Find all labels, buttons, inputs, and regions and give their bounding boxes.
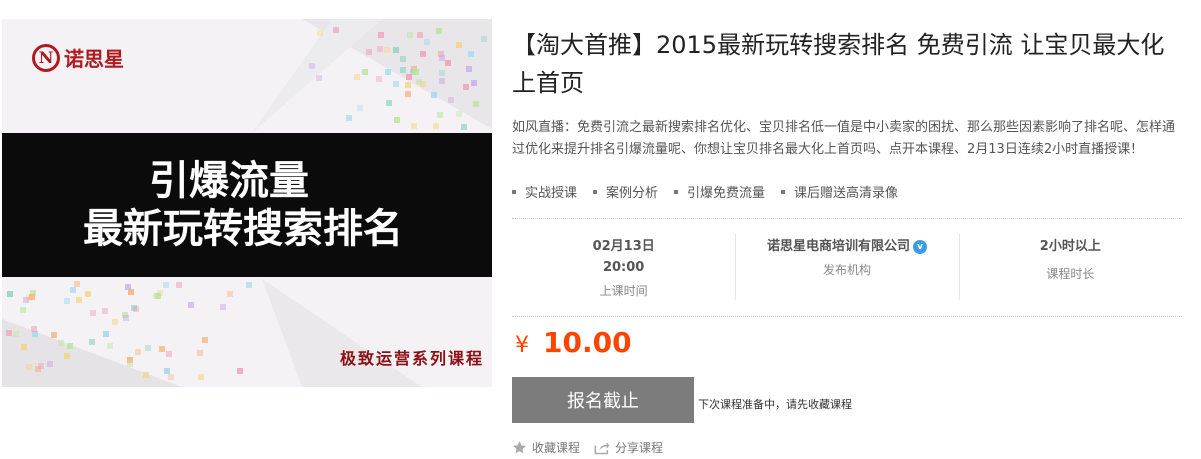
star-icon [513,441,526,454]
class-time-label: 上课时间 [599,284,648,298]
course-tag-label: 课后赠送高清录像 [794,186,899,201]
bullet-icon [781,189,786,194]
course-cover-image: N 诺思星 引爆流量 最新玩转搜索排名 极致运营系列课程 [2,19,492,387]
logo-text: 诺思星 [64,47,124,71]
course-tag: 案例分析 [593,182,658,201]
class-time: 20:00 [602,260,645,275]
course-tags: 实战授课 案例分析 引爆免费流量 课后赠送高清录像 [512,182,914,201]
price-amount: 10.00 [543,326,632,359]
share-course-link[interactable]: 分享课程 [594,439,663,456]
enroll-note: 下次课程准备中，请先收藏课程 [698,398,852,411]
class-date: 02月13日 [592,239,655,254]
publisher-cell: 诺思星电商培训有限公司 v 发布机构 [735,222,958,316]
course-tag: 课后赠送高清录像 [781,182,898,201]
publisher-name-wrap: 诺思星电商培训有限公司 v [767,236,927,257]
publisher-name[interactable]: 诺思星电商培训有限公司 [767,239,910,254]
course-tag: 实战授课 [512,182,577,201]
course-tag-label: 实战授课 [525,186,578,201]
favorite-course-link[interactable]: 收藏课程 [512,439,580,456]
verified-icon: v [913,239,927,254]
cover-banner: 引爆流量 最新玩转搜索排名 [2,133,492,277]
cover-series-tag: 极致运营系列课程 [339,349,484,368]
enroll-closed-button[interactable]: 报名截止 [512,377,694,423]
course-tag-label: 引爆免费流量 [687,186,766,201]
cover-headline-line2: 最新玩转搜索排名 [83,206,403,252]
course-price: ¥ 10.00 [515,326,632,359]
share-icon [594,442,610,455]
class-time-cell: 02月13日 20:00 上课时间 [512,222,735,316]
course-actions: 收藏课程 分享课程 [512,439,677,456]
divider [512,316,1182,317]
course-description: 如风直播：免费引流之最新搜索排名优化、宝贝排名低一值是中小卖家的困扰、那么那些因… [512,120,1176,157]
bullet-icon [674,189,679,194]
logo-mark: N [32,43,60,72]
course-duration-label: 课程时长 [1046,267,1095,281]
duration-cell: 2小时以上 课程时长 [958,222,1182,316]
brand-logo: N 诺思星 [32,43,124,72]
course-title: 【淘大首推】2015最新玩转搜索排名 免费引流 让宝贝最大化上首页 [512,31,1165,97]
favorite-course-label: 收藏课程 [532,441,581,455]
currency-symbol: ¥ [515,333,529,358]
share-course-label: 分享课程 [615,441,664,455]
bullet-icon [512,189,516,194]
course-tag-label: 案例分析 [606,186,659,201]
course-tag: 引爆免费流量 [674,182,765,201]
cover-headline-line1: 引爆流量 [149,158,309,204]
publisher-label: 发布机构 [822,263,871,277]
course-info-row: 02月13日 20:00 上课时间 诺思星电商培训有限公司 v 发布机构 2小时以… [512,222,1182,316]
course-duration: 2小时以上 [1039,239,1101,254]
bullet-icon [593,189,598,194]
divider [512,218,1182,219]
